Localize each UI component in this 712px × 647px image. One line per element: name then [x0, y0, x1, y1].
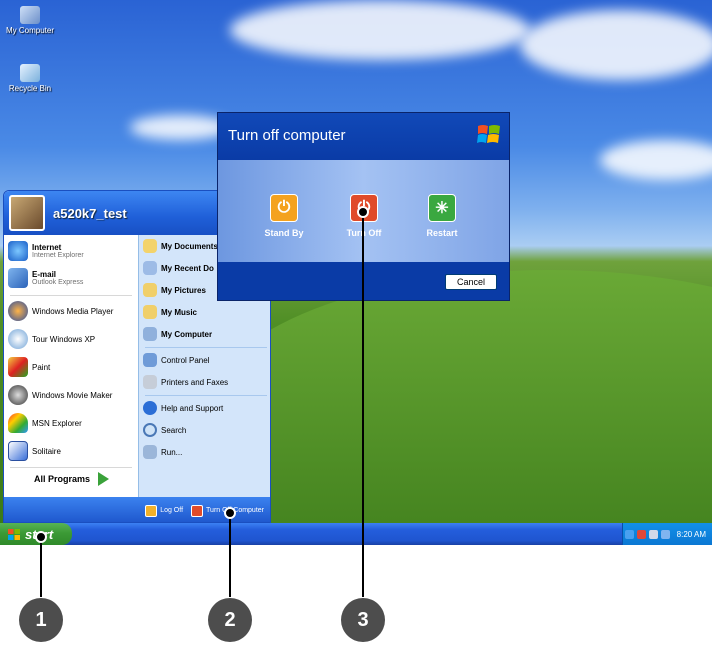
menu-item-movie-maker[interactable]: Windows Movie Maker [8, 385, 112, 405]
place-search[interactable]: Search [143, 423, 186, 437]
callout-1: 1 [19, 598, 63, 642]
callout-marker-2 [224, 507, 236, 519]
menu-item-media-player[interactable]: Windows Media Player [8, 301, 113, 321]
paint-icon [8, 357, 28, 377]
callout-line-1 [40, 537, 42, 597]
place-my-documents[interactable]: My Documents [143, 239, 218, 253]
internet-explorer-icon [8, 241, 28, 261]
outlook-express-icon [8, 268, 28, 288]
power-icon [191, 504, 204, 517]
all-programs-button[interactable]: All Programs [34, 472, 110, 486]
restart-icon: ✳ [428, 194, 456, 222]
callout-marker-1 [35, 531, 47, 543]
separator [10, 467, 132, 468]
log-off-button[interactable]: Log Off [145, 504, 183, 517]
desktop-icon-recycle-bin[interactable]: Recycle Bin [0, 64, 60, 93]
separator [10, 295, 132, 296]
recent-docs-icon [143, 261, 157, 275]
log-off-icon [145, 504, 158, 517]
user-name: a520k7_test [53, 205, 127, 221]
callout-2: 2 [208, 598, 252, 642]
place-my-pictures[interactable]: My Pictures [143, 283, 206, 297]
my-computer-icon [143, 327, 157, 341]
menu-item-tour-xp[interactable]: Tour Windows XP [8, 329, 95, 349]
windows-flag-icon [8, 528, 20, 540]
folder-icon [143, 239, 157, 253]
menu-item-internet[interactable]: Internet Internet Explorer [8, 241, 84, 261]
place-my-music[interactable]: My Music [143, 305, 197, 319]
separator [145, 395, 267, 396]
dialog-title: Turn off computer [228, 127, 346, 144]
search-icon [143, 423, 157, 437]
place-run[interactable]: Run... [143, 445, 182, 459]
my-computer-icon [20, 6, 40, 24]
desktop-icon-my-computer[interactable]: My Computer [0, 6, 60, 35]
place-recent-documents[interactable]: My Recent Do [143, 261, 214, 275]
callout-line-3 [362, 212, 364, 597]
callout-marker-3 [357, 206, 369, 218]
menu-item-msn[interactable]: MSN Explorer [8, 413, 82, 433]
user-avatar[interactable] [9, 195, 45, 231]
dialog-title-bar: Turn off computer [218, 113, 509, 160]
callout-line-2 [229, 513, 231, 597]
network-icon[interactable] [624, 529, 634, 539]
callout-3: 3 [341, 598, 385, 642]
display-icon[interactable] [660, 529, 670, 539]
arrow-right-icon [98, 472, 110, 486]
movie-maker-icon [8, 385, 28, 405]
place-printers[interactable]: Printers and Faxes [143, 375, 228, 389]
power-standby-icon: ⏻ [270, 194, 298, 222]
stand-by-button[interactable]: ⏻ Stand By [254, 194, 314, 238]
music-icon [143, 305, 157, 319]
cancel-button[interactable]: Cancel [445, 274, 497, 290]
menu-item-solitaire[interactable]: Solitaire [8, 441, 61, 461]
control-panel-icon [143, 353, 157, 367]
place-my-computer[interactable]: My Computer [143, 327, 212, 341]
system-tray: 8:20 AM [622, 523, 712, 545]
pictures-icon [143, 283, 157, 297]
recycle-bin-icon [20, 64, 40, 82]
windows-logo-icon [477, 125, 500, 143]
volume-icon[interactable] [648, 529, 658, 539]
printer-icon [143, 375, 157, 389]
menu-item-paint[interactable]: Paint [8, 357, 50, 377]
place-help[interactable]: Help and Support [143, 401, 223, 415]
restart-button[interactable]: ✳ Restart [412, 194, 472, 238]
run-icon [143, 445, 157, 459]
msn-icon [8, 413, 28, 433]
tour-xp-icon [8, 329, 28, 349]
taskbar: start 8:20 AM [0, 523, 712, 545]
help-icon [143, 401, 157, 415]
media-player-icon [8, 301, 28, 321]
clock[interactable]: 8:20 AM [677, 530, 706, 539]
menu-item-email[interactable]: E-mail Outlook Express [8, 268, 83, 288]
start-menu-programs: Internet Internet Explorer E-mail Outlook … [4, 235, 138, 497]
place-control-panel[interactable]: Control Panel [143, 353, 209, 367]
separator [145, 347, 267, 348]
shield-icon[interactable] [636, 529, 646, 539]
solitaire-icon [8, 441, 28, 461]
